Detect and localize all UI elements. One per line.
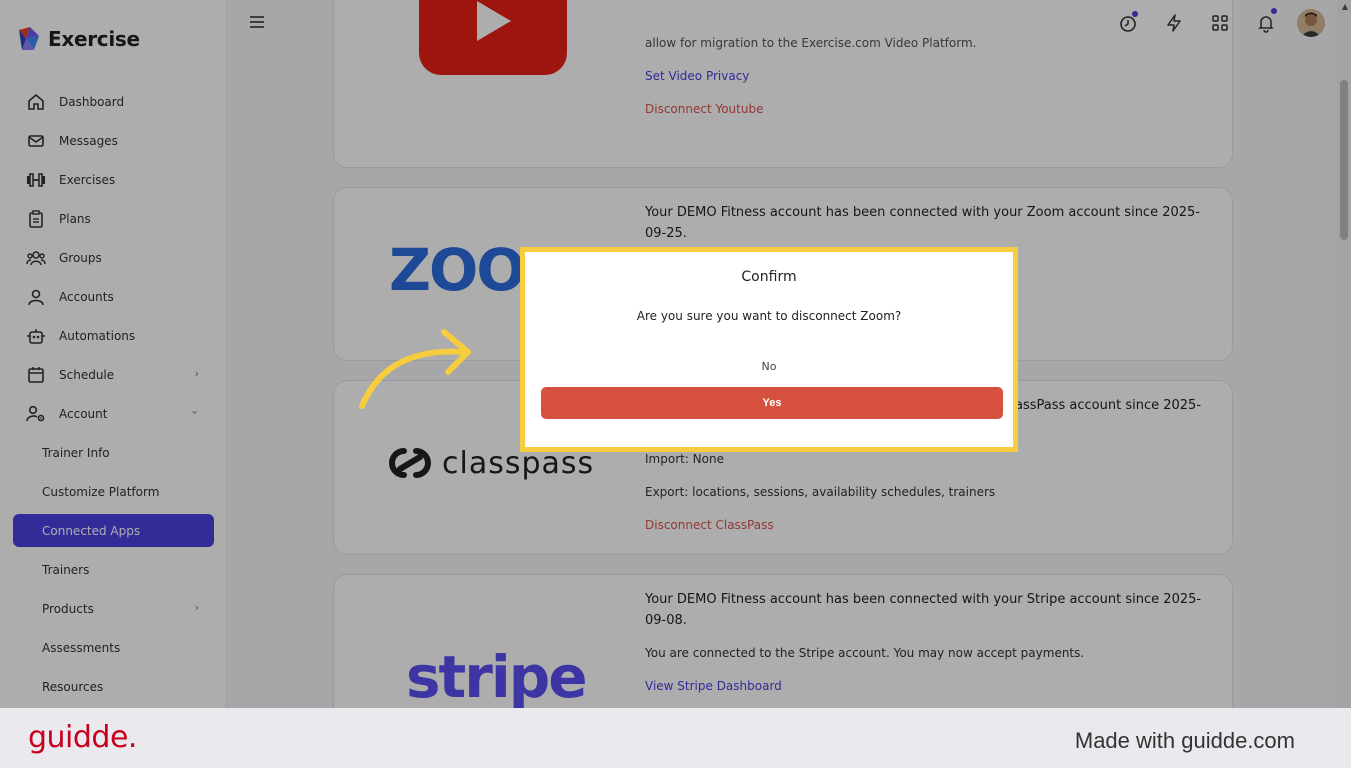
guidde-footer: guidde. Made with guidde.com [0,708,1351,768]
pointer-arrow-icon [359,329,471,409]
dialog-title: Confirm [741,269,797,285]
made-with-text: Made with guidde.com [1074,728,1295,753]
yes-button[interactable]: Yes [541,387,1003,419]
no-button[interactable]: No [525,360,1013,373]
dialog-message: Are you sure you want to disconnect Zoom… [636,309,902,323]
confirm-dialog: Confirm Are you sure you want to disconn… [520,247,1018,452]
guidde-logo: guidde. [28,720,137,755]
